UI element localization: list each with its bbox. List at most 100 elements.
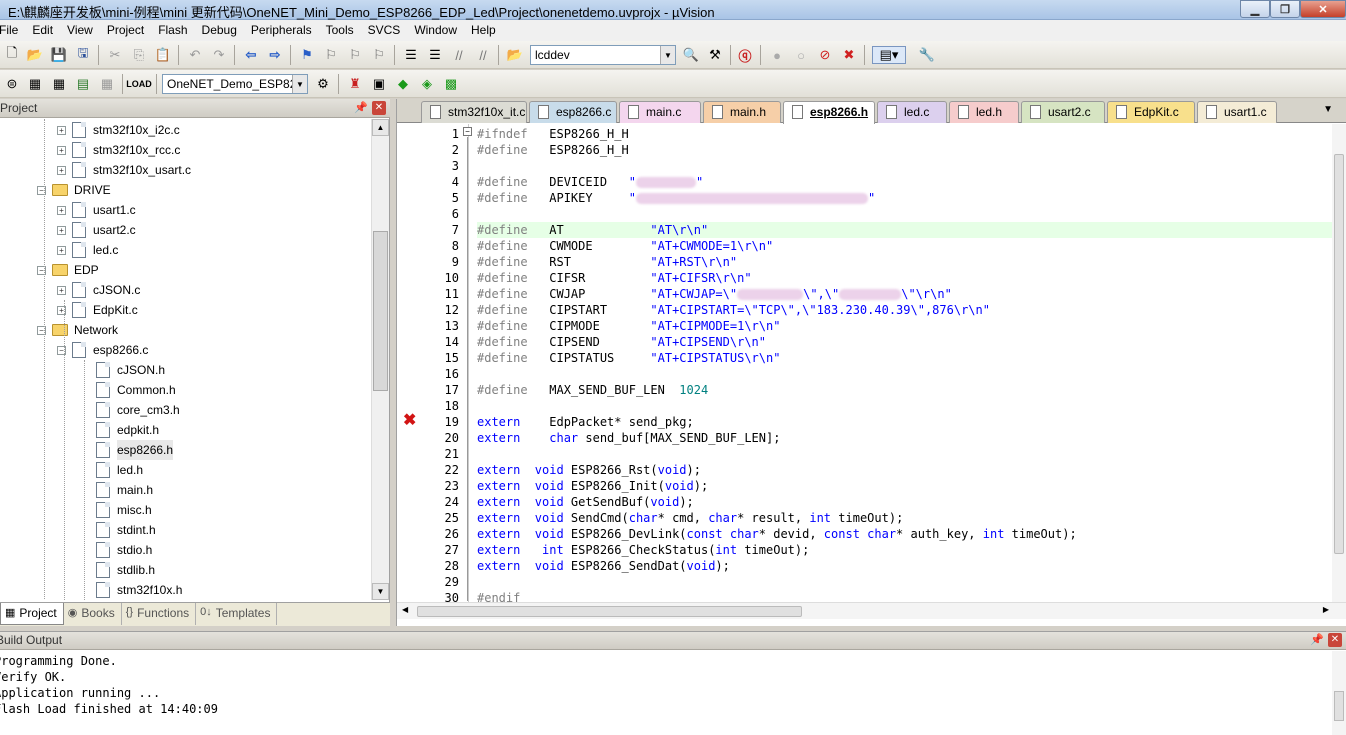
editor-tab-led-h[interactable]: led.h	[949, 101, 1019, 123]
expand-icon[interactable]: +	[57, 125, 66, 135]
file-extensions-icon[interactable]: ▣	[370, 75, 388, 93]
menu-edit[interactable]: Edit	[25, 20, 60, 41]
manage-components-icon[interactable]: ♜	[346, 75, 364, 93]
enable-breakpoint-icon[interactable]: ○	[792, 46, 810, 64]
cut-icon[interactable]: ✂	[106, 46, 124, 64]
menu-view[interactable]: View	[60, 20, 100, 41]
uncomment-icon[interactable]: //	[474, 46, 492, 64]
undo-icon[interactable]: ↶	[186, 46, 204, 64]
tree-node[interactable]: core_cm3.h	[96, 400, 180, 420]
editor-tab-usart2-c[interactable]: usart2.c	[1021, 101, 1105, 123]
scroll-right-icon[interactable]: ▶	[1323, 605, 1329, 614]
expand-icon[interactable]: +	[57, 165, 66, 175]
expand-icon[interactable]: +	[57, 285, 66, 295]
tree-node[interactable]: misc.h	[96, 500, 152, 520]
prev-bookmark-icon[interactable]: ⚐	[322, 46, 340, 64]
breakpoint-icon[interactable]: ●	[768, 46, 786, 64]
close-button[interactable]: ✕	[1300, 0, 1346, 18]
pin-icon[interactable]: 📌	[354, 101, 368, 114]
run-time-environment-icon[interactable]: ▩	[442, 75, 460, 93]
unindent-icon[interactable]: ☰	[426, 46, 444, 64]
tree-node[interactable]: − EDP	[37, 260, 99, 280]
redo-icon[interactable]: ↷	[210, 46, 228, 64]
tab-project[interactable]: ▦ Project	[0, 603, 64, 625]
pack-installer-icon[interactable]: ◈	[418, 75, 436, 93]
close-icon[interactable]: ✕	[1328, 633, 1342, 647]
translate-icon[interactable]: ⊜	[3, 75, 21, 93]
configure-icon[interactable]: 🔧	[918, 46, 936, 64]
tab-templates[interactable]: 0↓ Templates	[196, 603, 278, 625]
scroll-up-icon[interactable]: ▲	[372, 119, 389, 136]
editor-tab-edpkit-c[interactable]: EdpKit.c	[1107, 101, 1195, 123]
batch-build-icon[interactable]: ▤	[74, 75, 92, 93]
editor-vertical-scrollbar[interactable]	[1332, 124, 1346, 602]
kill-breakpoints-icon[interactable]: ✖	[840, 46, 858, 64]
tree-node[interactable]: stdio.h	[96, 540, 152, 560]
editor-tab-led-c[interactable]: led.c	[877, 101, 947, 123]
code-area[interactable]: #ifndef ESP8266_H_H #define ESP8266_H_H #d…	[477, 124, 1335, 602]
find-in-files-icon[interactable]: 📂	[506, 46, 524, 64]
comment-icon[interactable]: //	[450, 46, 468, 64]
select-software-packs-icon[interactable]: ◆	[394, 75, 412, 93]
scroll-thumb[interactable]	[1334, 691, 1344, 721]
target-options-icon[interactable]: ⚙	[314, 75, 332, 93]
editor-tab-stm32f10x-it-c[interactable]: stm32f10x_it.c	[421, 101, 527, 123]
tab-list-icon[interactable]: ▼	[1323, 104, 1333, 115]
clear-bookmarks-icon[interactable]: ⚐	[370, 46, 388, 64]
find-icon[interactable]: 🔍	[682, 46, 700, 64]
tree-node[interactable]: − DRIVE	[37, 180, 111, 200]
tree-node[interactable]: + EdpKit.c	[57, 300, 138, 320]
incremental-find-icon[interactable]: ⚒	[706, 46, 724, 64]
bookmark-icon[interactable]: ⚑	[298, 46, 316, 64]
find-combo[interactable]: lcddev ▼	[530, 45, 676, 65]
editor-horizontal-scrollbar[interactable]: ◀ ▶	[397, 602, 1346, 619]
editor-tab-usart1-c[interactable]: usart1.c	[1197, 101, 1277, 123]
next-bookmark-icon[interactable]: ⚐	[346, 46, 364, 64]
target-combo[interactable]: OneNET_Demo_ESP8266_ ▼	[162, 74, 308, 94]
menu-help[interactable]: Help	[464, 20, 503, 41]
tree-node[interactable]: cJSON.h	[96, 360, 165, 380]
close-icon[interactable]: ✕	[372, 101, 386, 115]
pin-icon[interactable]: 📌	[1310, 633, 1324, 646]
menu-svcs[interactable]: SVCS	[361, 20, 408, 41]
debug-session-icon[interactable]: ⓠ	[736, 46, 754, 64]
tree-node[interactable]: Common.h	[96, 380, 176, 400]
build-icon[interactable]: ▦	[26, 75, 44, 93]
fold-toggle-icon[interactable]: −	[463, 127, 472, 136]
tree-node[interactable]: + stm32f10x_i2c.c	[57, 120, 180, 140]
indent-icon[interactable]: ☰	[402, 46, 420, 64]
window-layout-icon[interactable]: ▤▾	[872, 46, 906, 64]
menu-window[interactable]: Window	[407, 20, 464, 41]
load-icon[interactable]: LOAD	[126, 75, 152, 93]
rebuild-icon[interactable]: ▦	[50, 75, 68, 93]
tree-node[interactable]: stdint.h	[96, 520, 156, 540]
menu-peripherals[interactable]: Peripherals	[244, 20, 319, 41]
tree-node[interactable]: + stm32f10x_usart.c	[57, 160, 191, 180]
editor-tab-esp8266-h[interactable]: esp8266.h	[783, 101, 875, 124]
save-all-icon[interactable]: 🖫	[74, 45, 92, 64]
menu-tools[interactable]: Tools	[319, 20, 361, 41]
build-output-scrollbar[interactable]	[1332, 651, 1346, 735]
tree-node[interactable]: + cJSON.c	[57, 280, 140, 300]
tree-node[interactable]: + usart2.c	[57, 220, 136, 240]
tree-node[interactable]: led.h	[96, 460, 143, 480]
tree-node[interactable]: stm32f10x.h	[96, 580, 182, 600]
editor-tab-esp8266-c[interactable]: esp8266.c	[529, 101, 617, 123]
editor-tab-main-h[interactable]: main.h	[703, 101, 781, 123]
tab-functions[interactable]: {} Functions	[122, 603, 197, 625]
disable-breakpoints-icon[interactable]: ⊘	[816, 46, 834, 64]
maximize-button[interactable]: ❐	[1270, 0, 1300, 18]
project-tree-scrollbar[interactable]: ▲ ▼	[371, 119, 389, 600]
stop-build-icon[interactable]: ▦	[98, 75, 116, 93]
tree-node[interactable]: + usart1.c	[57, 200, 136, 220]
expand-icon[interactable]: +	[57, 225, 66, 235]
tree-node[interactable]: stdlib.h	[96, 560, 155, 580]
tree-node[interactable]: + stm32f10x_rcc.c	[57, 140, 180, 160]
expand-icon[interactable]: +	[57, 245, 66, 255]
navigate-back-icon[interactable]: ⇦	[242, 46, 260, 64]
scroll-left-icon[interactable]: ◀	[402, 605, 408, 614]
tree-node[interactable]: + led.c	[57, 240, 118, 260]
paste-icon[interactable]: 📋	[154, 46, 172, 64]
save-icon[interactable]: 💾	[50, 46, 68, 64]
tree-node[interactable]: esp8266.h	[96, 440, 174, 460]
